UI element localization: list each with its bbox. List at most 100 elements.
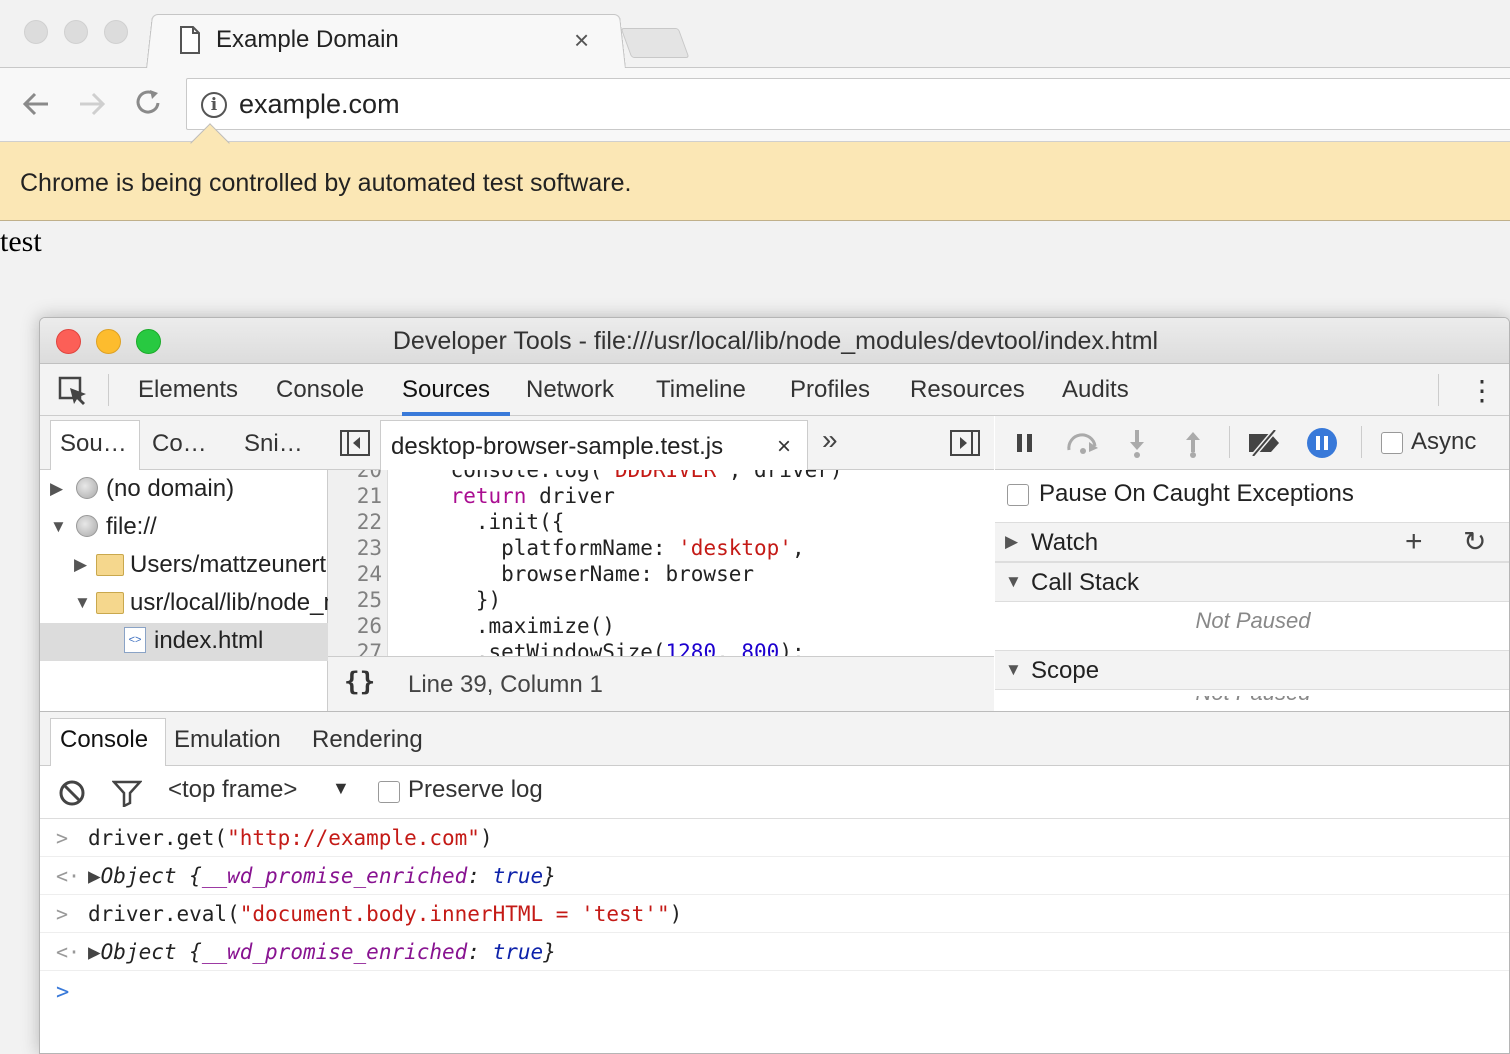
drawer-tab-emulation[interactable]: Emulation <box>174 726 281 754</box>
scope-status: Not Paused <box>995 696 1509 706</box>
toolbar-divider <box>1229 426 1230 458</box>
expand-triangle-icon[interactable]: ▶ <box>88 940 101 964</box>
toggle-debugger-icon[interactable] <box>950 430 980 456</box>
tree-item-no-domain[interactable]: ▶ (no domain) <box>40 471 328 509</box>
dropdown-arrow-icon[interactable]: ▼ <box>332 778 350 799</box>
tab-network[interactable]: Network <box>526 376 614 404</box>
tab-resources[interactable]: Resources <box>910 376 1025 404</box>
sources-navigator: Sou… Co… Sni… ▶ (no domain) ▼ file:// ▶ … <box>40 416 328 711</box>
step-over-icon[interactable] <box>1065 432 1101 454</box>
code-line: 21 return driver <box>356 484 615 508</box>
url-text[interactable]: example.com <box>239 89 400 120</box>
debugger-sidebar: Async Pause On Caught Exceptions ▶ Watch… <box>995 416 1509 711</box>
tab-title: Example Domain <box>216 26 399 53</box>
deactivate-breakpoints-icon[interactable] <box>1247 430 1283 456</box>
result-arrow-icon: <· <box>56 864 81 888</box>
back-arrow-icon[interactable] <box>22 90 50 118</box>
cursor-position: Line 39, Column 1 <box>408 671 603 698</box>
globe-icon <box>76 477 98 499</box>
tab-console[interactable]: Console <box>276 376 364 404</box>
navigator-tab-content-scripts[interactable]: Co… <box>152 430 207 458</box>
tab-audits[interactable]: Audits <box>1062 376 1129 404</box>
navigator-tab-sources[interactable]: Sou… <box>60 430 127 458</box>
async-checkbox[interactable] <box>1381 432 1403 454</box>
filter-icon[interactable] <box>112 779 142 807</box>
prompt-icon: > <box>56 980 70 1005</box>
pause-on-exceptions-icon[interactable] <box>1307 428 1337 458</box>
window-zoom-button[interactable] <box>104 20 128 44</box>
call-stack-label: Call Stack <box>1031 569 1140 596</box>
page-icon <box>180 26 200 54</box>
editor-tabs: desktop-browser-sample.test.js × » <box>328 416 994 470</box>
pause-icon[interactable] <box>1015 434 1035 452</box>
forward-arrow-icon[interactable] <box>78 90 106 118</box>
watch-section-header[interactable]: ▶ Watch + ↻ <box>995 522 1509 562</box>
expand-triangle-icon[interactable]: ▶ <box>88 864 101 888</box>
more-options-icon[interactable]: ⋮ <box>1468 374 1496 407</box>
code-area[interactable]: 20 console.log('DDDRIVER', driver) 21 re… <box>328 470 994 656</box>
reload-icon[interactable] <box>134 88 164 118</box>
tree-item-index-html[interactable]: <> index.html <box>40 623 328 661</box>
tab-close-button[interactable]: × <box>574 26 589 54</box>
call-stack-section-header[interactable]: ▼ Call Stack <box>995 562 1509 602</box>
devtools-titlebar: Developer Tools - file:///usr/local/lib/… <box>40 318 1509 364</box>
toolbar-divider <box>1438 374 1439 406</box>
step-into-icon[interactable] <box>1129 430 1145 458</box>
add-watch-icon[interactable]: + <box>1405 525 1423 559</box>
code-line: 26 .maximize() <box>356 614 615 638</box>
console-output-line: <· ▶Object {__wd_promise_enriched: true} <box>40 934 1509 971</box>
step-out-icon[interactable] <box>1185 430 1201 458</box>
page-body-text: test <box>0 225 42 258</box>
tab-elements[interactable]: Elements <box>138 376 238 404</box>
globe-icon <box>76 515 98 537</box>
window-close-button[interactable] <box>24 20 48 44</box>
close-file-button[interactable]: × <box>777 433 791 461</box>
drawer-tab-rendering[interactable]: Rendering <box>312 726 423 754</box>
navigator-tab-snippets[interactable]: Sni… <box>244 430 303 458</box>
tree-item-label: index.html <box>154 627 264 654</box>
scope-section-header[interactable]: ▼ Scope <box>995 650 1509 690</box>
inspect-element-icon[interactable] <box>58 376 88 406</box>
result-arrow-icon: <· <box>56 940 81 964</box>
tree-item-file[interactable]: ▼ file:// <box>40 509 328 547</box>
expanded-triangle-icon[interactable]: ▼ <box>1005 660 1022 680</box>
tree-item-usr-folder[interactable]: ▼ usr/local/lib/node_modules <box>40 585 328 623</box>
toggle-navigator-icon[interactable] <box>340 430 370 456</box>
collapsed-triangle-icon[interactable]: ▶ <box>1005 532 1018 552</box>
folder-icon <box>96 554 124 576</box>
console-prompt[interactable]: > <box>40 972 1509 1053</box>
tab-profiles[interactable]: Profiles <box>790 376 870 404</box>
tab-sources[interactable]: Sources <box>402 376 490 404</box>
collapsed-triangle-icon[interactable]: ▶ <box>50 479 63 499</box>
more-tabs-icon[interactable]: » <box>822 424 838 456</box>
tree-item-label: (no domain) <box>106 475 235 502</box>
expanded-triangle-icon[interactable]: ▼ <box>1005 572 1022 592</box>
tab-timeline[interactable]: Timeline <box>656 376 746 404</box>
expanded-triangle-icon[interactable]: ▼ <box>50 517 67 537</box>
editor-file-name: desktop-browser-sample.test.js <box>391 433 724 460</box>
clear-console-icon[interactable] <box>58 779 86 807</box>
pretty-print-icon[interactable]: {} <box>344 667 375 697</box>
async-label: Async <box>1411 428 1477 455</box>
expanded-triangle-icon[interactable]: ▼ <box>74 593 91 613</box>
pause-on-caught-checkbox[interactable] <box>1007 484 1029 506</box>
code-line: 24 browserName: browser <box>356 562 755 586</box>
editor-file-tab[interactable]: desktop-browser-sample.test.js × <box>380 420 808 470</box>
code-line: 20 console.log('DDDRIVER', driver) <box>356 470 843 482</box>
info-icon[interactable]: i <box>201 92 227 118</box>
collapsed-triangle-icon[interactable]: ▶ <box>74 555 87 575</box>
window-minimize-button[interactable] <box>64 20 88 44</box>
preserve-log-checkbox[interactable] <box>378 781 400 803</box>
refresh-watch-icon[interactable]: ↻ <box>1463 525 1486 558</box>
tree-item-users-folder[interactable]: ▶ Users/mattzeunert <box>40 547 328 585</box>
tab-strip: Example Domain × <box>0 0 1510 69</box>
address-bar[interactable]: i example.com <box>186 78 1510 130</box>
drawer-tab-console[interactable]: Console <box>60 726 148 754</box>
tree-item-label: usr/local/lib/node_modules <box>130 589 328 616</box>
code-line: 23 platformName: 'desktop', <box>356 536 805 560</box>
new-tab-button[interactable] <box>620 28 690 58</box>
drawer-tabs: Console Emulation Rendering <box>40 712 1509 766</box>
watch-label: Watch <box>1031 529 1099 556</box>
context-selector[interactable]: <top frame> <box>168 776 297 804</box>
devtools-window: Developer Tools - file:///usr/local/lib/… <box>39 317 1510 1054</box>
